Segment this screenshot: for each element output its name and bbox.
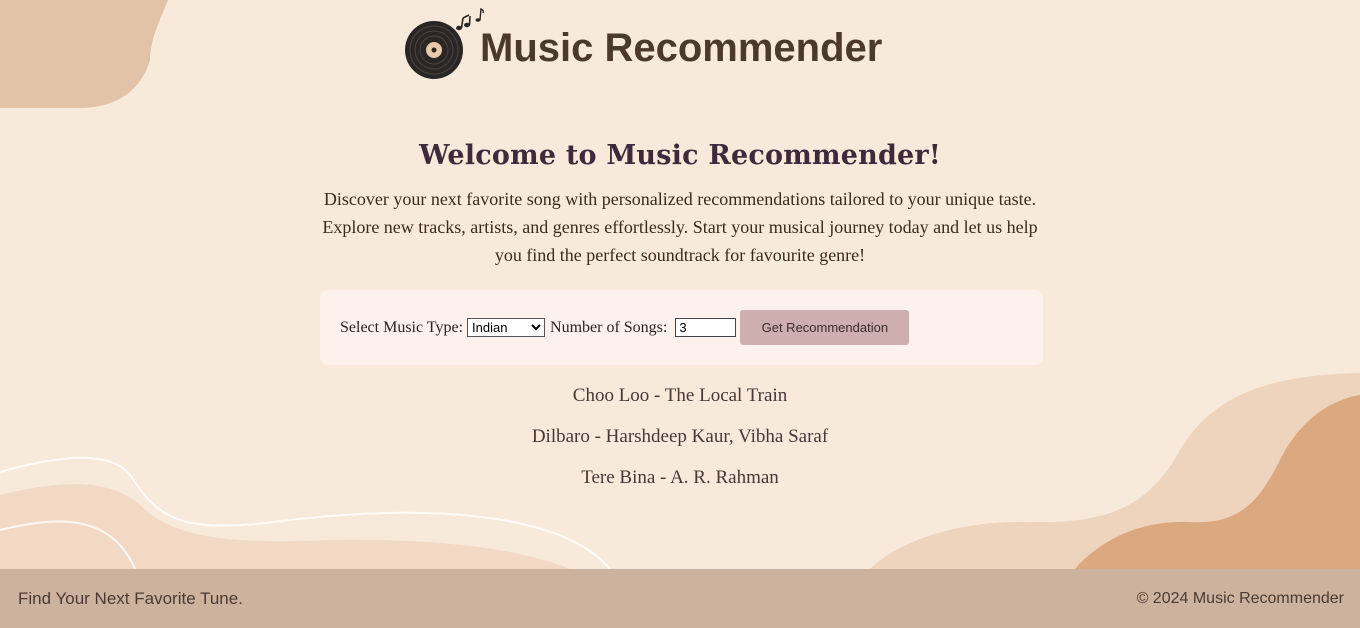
get-recommendation-button[interactable]: Get Recommendation [740,310,910,345]
welcome-heading: Welcome to Music Recommender! [419,140,941,171]
app-title: Music Recommender [480,26,883,70]
footer: Find Your Next Favorite Tune. © 2024 Mus… [0,569,1360,628]
result-item: Tere Bina - A. R. Rahman [581,467,779,488]
recommendation-results: Choo Loo - The Local Train Dilbaro - Har… [0,383,1360,506]
music-type-select[interactable]: Indian [467,318,546,337]
description-line-1: Discover your next favorite song with pe… [323,189,1037,209]
description-line-2: Explore new tracks, artists, and genres … [322,217,1038,237]
music-type-label: Select Music Type: [340,318,464,336]
result-item: Dilbaro - Harshdeep Kaur, Vibha Saraf [531,426,829,447]
welcome-section: Welcome to Music Recommender! Discover y… [0,140,1360,269]
num-songs-input[interactable] [675,318,737,337]
num-songs-label: Number of Songs: [550,318,668,336]
vinyl-record-icon [404,6,485,82]
recommendation-form: Select Music Type: Indian Number of Song… [320,290,1043,365]
welcome-description: Discover your next favorite song with pe… [280,185,1080,269]
app-header: Music Recommender [404,6,882,82]
description-line-3: you find the perfect soundtrack for favo… [494,245,866,265]
footer-copyright: © 2024 Music Recommender [1136,590,1344,607]
result-item: Choo Loo - The Local Train [572,385,788,406]
music-notes-icon [456,7,485,31]
footer-tagline: Find Your Next Favorite Tune. [18,589,243,608]
